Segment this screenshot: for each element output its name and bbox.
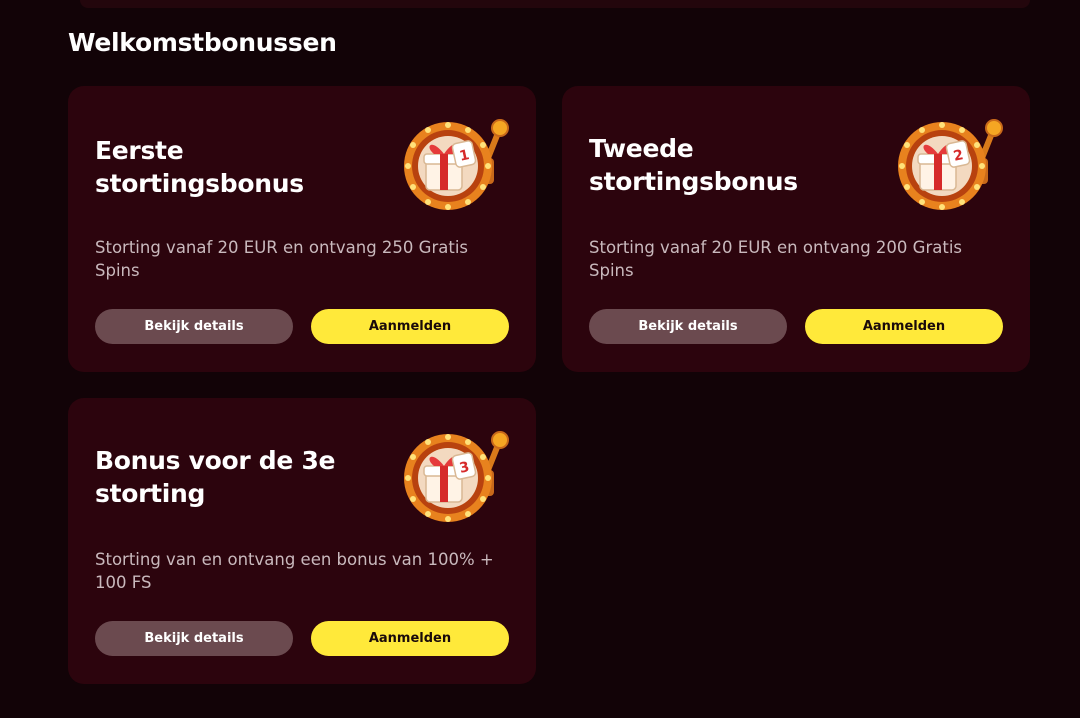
signup-button[interactable]: Aanmelden [311, 309, 509, 344]
view-details-button[interactable]: Bekijk details [95, 309, 293, 344]
view-details-button[interactable]: Bekijk details [95, 621, 293, 656]
card-description: Storting vanaf 20 EUR en ontvang 250 Gra… [95, 238, 468, 280]
bonus-card-second: Tweede stortingsbonus 2 Storting vanaf 2… [562, 86, 1030, 372]
slot-machine-gift-icon: 3 [402, 428, 512, 528]
top-bar-edge [80, 0, 1030, 8]
signup-button[interactable]: Aanmelden [805, 309, 1003, 344]
bonus-card-third: Bonus voor de 3e storting 3 Storting van… [68, 398, 536, 684]
card-description: Storting vanaf 20 EUR en ontvang 200 Gra… [589, 238, 962, 280]
card-description: Storting van en ontvang een bonus van 10… [95, 550, 494, 592]
slot-machine-gift-icon: 2 [896, 116, 1006, 216]
signup-button[interactable]: Aanmelden [311, 621, 509, 656]
slot-machine-gift-icon: 1 [402, 116, 512, 216]
card-title: Tweede stortingsbonus [589, 134, 798, 196]
section-title: Welkomstbonussen [68, 28, 337, 57]
card-title: Bonus voor de 3e storting [95, 446, 336, 508]
card-title: Eerste stortingsbonus [95, 136, 304, 198]
bonus-card-first: Eerste stortingsbonus 1 Storting vanaf 2… [68, 86, 536, 372]
view-details-button[interactable]: Bekijk details [589, 309, 787, 344]
